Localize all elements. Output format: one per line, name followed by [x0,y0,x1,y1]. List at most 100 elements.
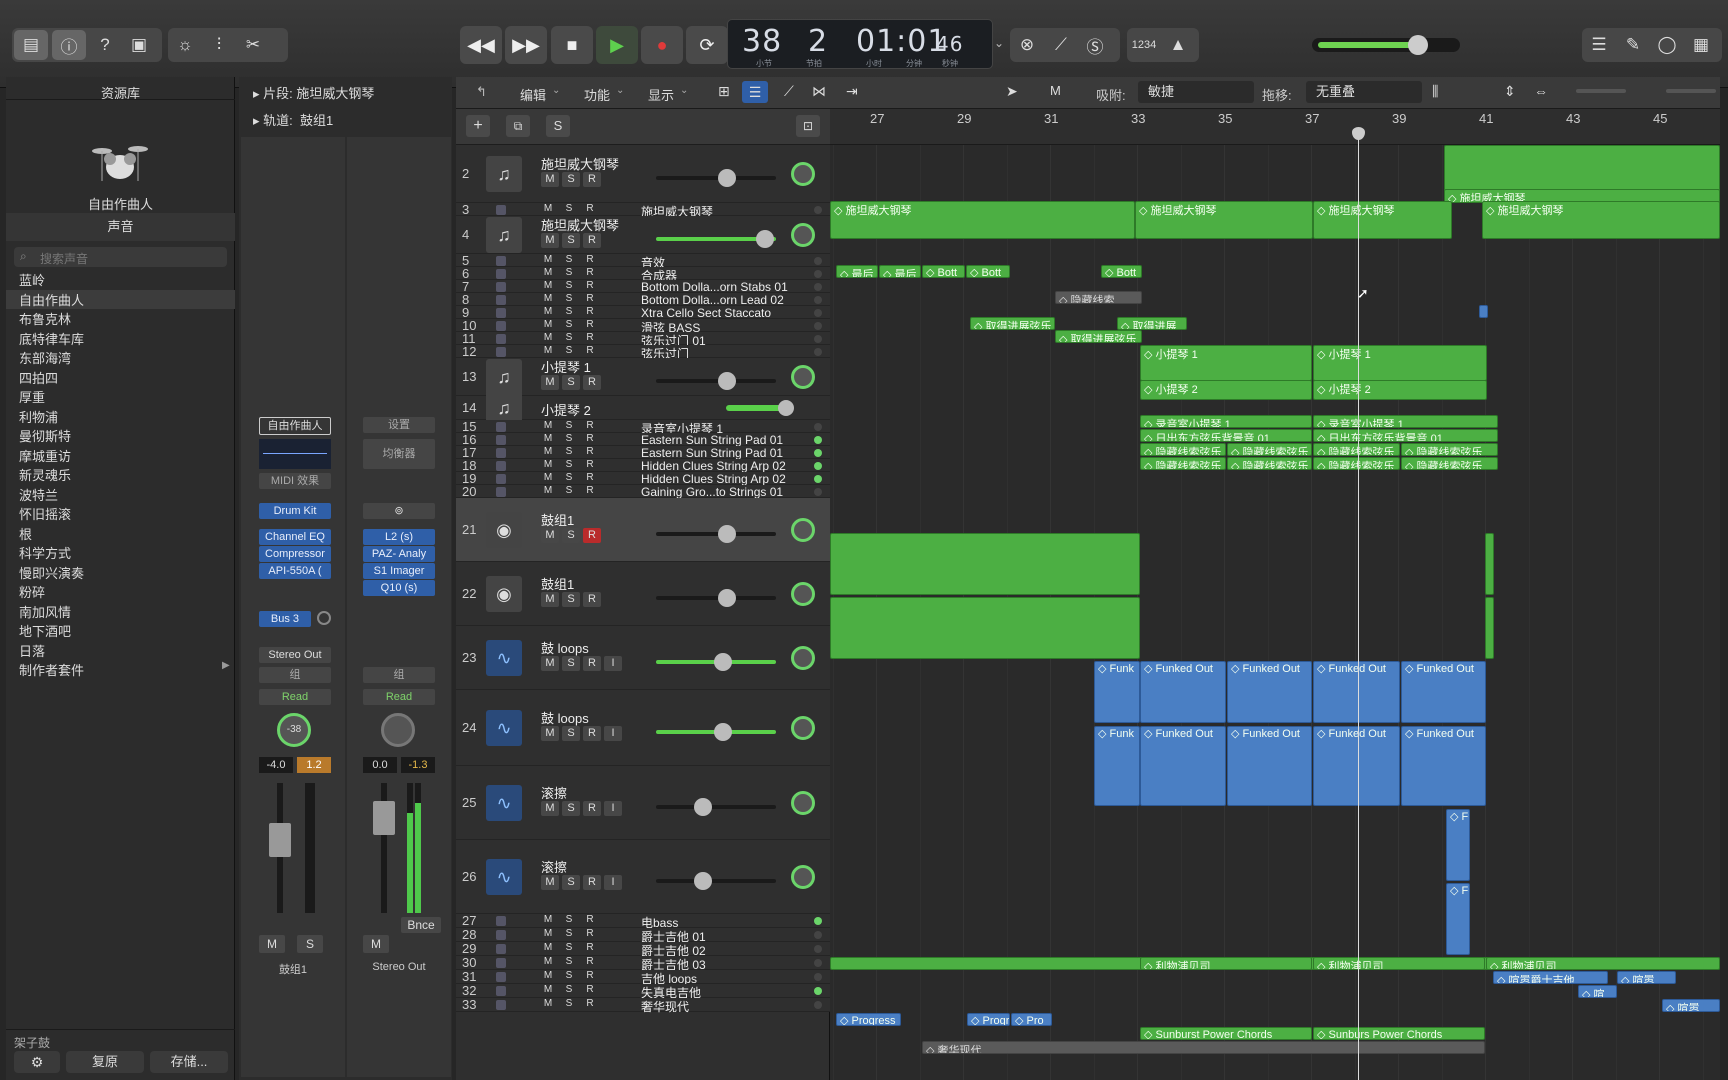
record-enable-button[interactable]: R [581,984,599,996]
solo-button[interactable]: S [560,345,578,357]
automation-icon[interactable]: ⟋ [784,83,794,100]
plugin-slot-3[interactable]: API-550A ( [259,563,331,579]
send-slot[interactable]: Bus 3 [259,611,311,627]
vertical-zoom-slider[interactable] [1576,89,1626,93]
region[interactable]: ◇ 录音室小提琴 1 [1140,415,1312,428]
track-volume-slider[interactable] [656,532,776,536]
browser-icon[interactable]: ▦ [1684,30,1718,60]
track-header[interactable]: 12 M S R 弦乐过门 [456,344,830,361]
track-on-indicator[interactable] [814,487,822,496]
input-monitor-button[interactable]: I [604,875,622,890]
library-item[interactable]: 制作者套件 [19,660,84,679]
duplicate-track-icon[interactable]: ⧉ [506,115,530,137]
mute-button[interactable]: M [539,984,557,996]
mute-button[interactable]: M [539,267,557,279]
plugin-slot-2[interactable]: Compressor [259,546,331,562]
solo-button[interactable]: S [562,172,580,187]
region[interactable]: ◇ Pro [1011,1013,1052,1026]
fit-horizontal-icon[interactable]: ⇔ [1534,83,1548,99]
mute-button[interactable]: M [539,446,557,458]
mute-button[interactable]: M [541,726,559,741]
solo-button[interactable]: S [560,446,578,458]
record-enable-button[interactable]: R [581,267,599,279]
track-volume-slider[interactable] [656,596,776,600]
volume-knob[interactable] [778,400,794,416]
track-header[interactable]: 3 M S R 施坦威大钢琴 [456,202,830,219]
marquee-tool-icon[interactable]: M [1050,83,1061,98]
horizontal-zoom-slider[interactable] [1666,89,1716,93]
library-item[interactable]: 摩城重访 [19,446,71,465]
solo-button[interactable]: S [562,875,580,890]
library-item[interactable]: 慢即兴演奏 [19,563,84,582]
solo-button[interactable]: S [560,306,578,318]
mute-button[interactable]: M [539,332,557,344]
smart-controls-icon[interactable]: ☼ [168,30,202,60]
track-disclosure[interactable]: ▸ 轨道: 鼓组1 [253,110,333,129]
track-name[interactable]: 小提琴 1 [541,357,591,376]
record-enable-button[interactable]: R [581,970,599,982]
pan-knob[interactable] [791,518,815,542]
region[interactable]: ◇ 取得进展 [1117,317,1187,330]
track-header[interactable]: 15 M S R 录音室小提琴 1 [456,419,830,436]
record-enable-button[interactable]: R [583,172,601,187]
track-header[interactable]: 20 M S R Gaining Gro...to Strings 01 [456,484,830,499]
solo-button[interactable]: S [562,233,580,248]
region[interactable]: ◇ 录音室小提琴 1 [1313,415,1498,428]
record-enable-button[interactable]: R [583,801,601,816]
mute-button[interactable]: M [539,420,557,432]
track-header[interactable]: 10 M S R 滑弦 BASS [456,318,830,335]
region[interactable]: ◇ 最后 [879,265,921,278]
track-on-indicator[interactable] [814,422,822,431]
global-solo-icon[interactable]: S [546,115,570,137]
track-name[interactable]: 奢华现代 [641,998,689,1015]
region-drum-midi[interactable] [1485,533,1494,595]
solo-button[interactable]: S [560,485,578,497]
solo-button[interactable]: S [562,801,580,816]
solo-button[interactable]: S [560,293,578,305]
track-header[interactable]: 9 M S R Xtra Cello Sect Staccato [456,305,830,320]
metronome-icon[interactable]: ▲ [1161,30,1195,60]
region[interactable]: ◇ Fun [1446,809,1470,881]
solo-button[interactable]: S [560,956,578,968]
record-enable-button[interactable]: R [583,528,601,543]
record-enable-button[interactable]: R [581,254,599,266]
track-name[interactable]: 滚擦 [541,857,567,876]
library-item[interactable]: 自由作曲人 [6,289,235,309]
track-volume-slider[interactable] [656,879,776,883]
pan-knob[interactable] [791,716,815,740]
master-automation-mode[interactable]: Read [363,689,435,705]
mixer-icon[interactable]: ⫶ [202,30,236,60]
volume-knob[interactable] [718,169,736,187]
patch-name-button[interactable]: 自由作曲人 [259,417,331,435]
mute-button[interactable]: M [541,592,559,607]
mute-button[interactable]: M [541,172,559,187]
region[interactable]: ◇ 小提琴 2 [1313,380,1487,400]
arrange-area[interactable]: 27 29 31 33 35 37 39 41 43 45 ◇ 施坦威大钢琴 ◇ 施坦威大钢琴 ◇ 施… [830,109,1720,1080]
record-enable-button[interactable]: R [581,433,599,445]
mute-button[interactable]: M [539,472,557,484]
playhead[interactable] [1358,129,1359,1080]
track-header[interactable]: 14 ♫ 小提琴 2 [456,390,830,426]
lcd-dropdown-icon[interactable]: ⌄ [994,36,1004,50]
mute-button[interactable]: M [539,459,557,471]
notepad-icon[interactable]: ✎ [1616,30,1650,60]
library-item[interactable]: 厚重 [19,387,45,406]
forward-button[interactable]: ▶▶ [505,26,547,64]
track-on-indicator[interactable] [814,917,822,925]
solo-button[interactable]: S [560,472,578,484]
region[interactable]: ◇ Funked Out [1401,661,1486,723]
inspector-icon[interactable]: ⓘ [52,30,86,60]
region[interactable]: ◇ 小提琴 1 [1140,345,1312,381]
replace-icon[interactable]: ⊗ [1010,30,1044,60]
region[interactable]: ◇ 隐藏线索弦乐 [1227,457,1312,470]
track-header[interactable]: 21 ◉ 鼓组1 M S R [456,498,830,562]
input-monitor-button[interactable]: I [604,801,622,816]
mute-button[interactable]: M [541,656,559,671]
loop-browser-icon[interactable]: ◯ [1650,30,1684,60]
waveform-zoom-icon[interactable]: ⫼ [1432,83,1438,100]
catch-icon[interactable]: ⇥ [846,83,858,100]
tuner-icon[interactable]: ⟋ [1044,30,1078,60]
library-item[interactable]: 南加风情 [19,602,71,621]
track-on-indicator[interactable] [814,269,822,278]
record-enable-button[interactable]: R [581,914,599,926]
